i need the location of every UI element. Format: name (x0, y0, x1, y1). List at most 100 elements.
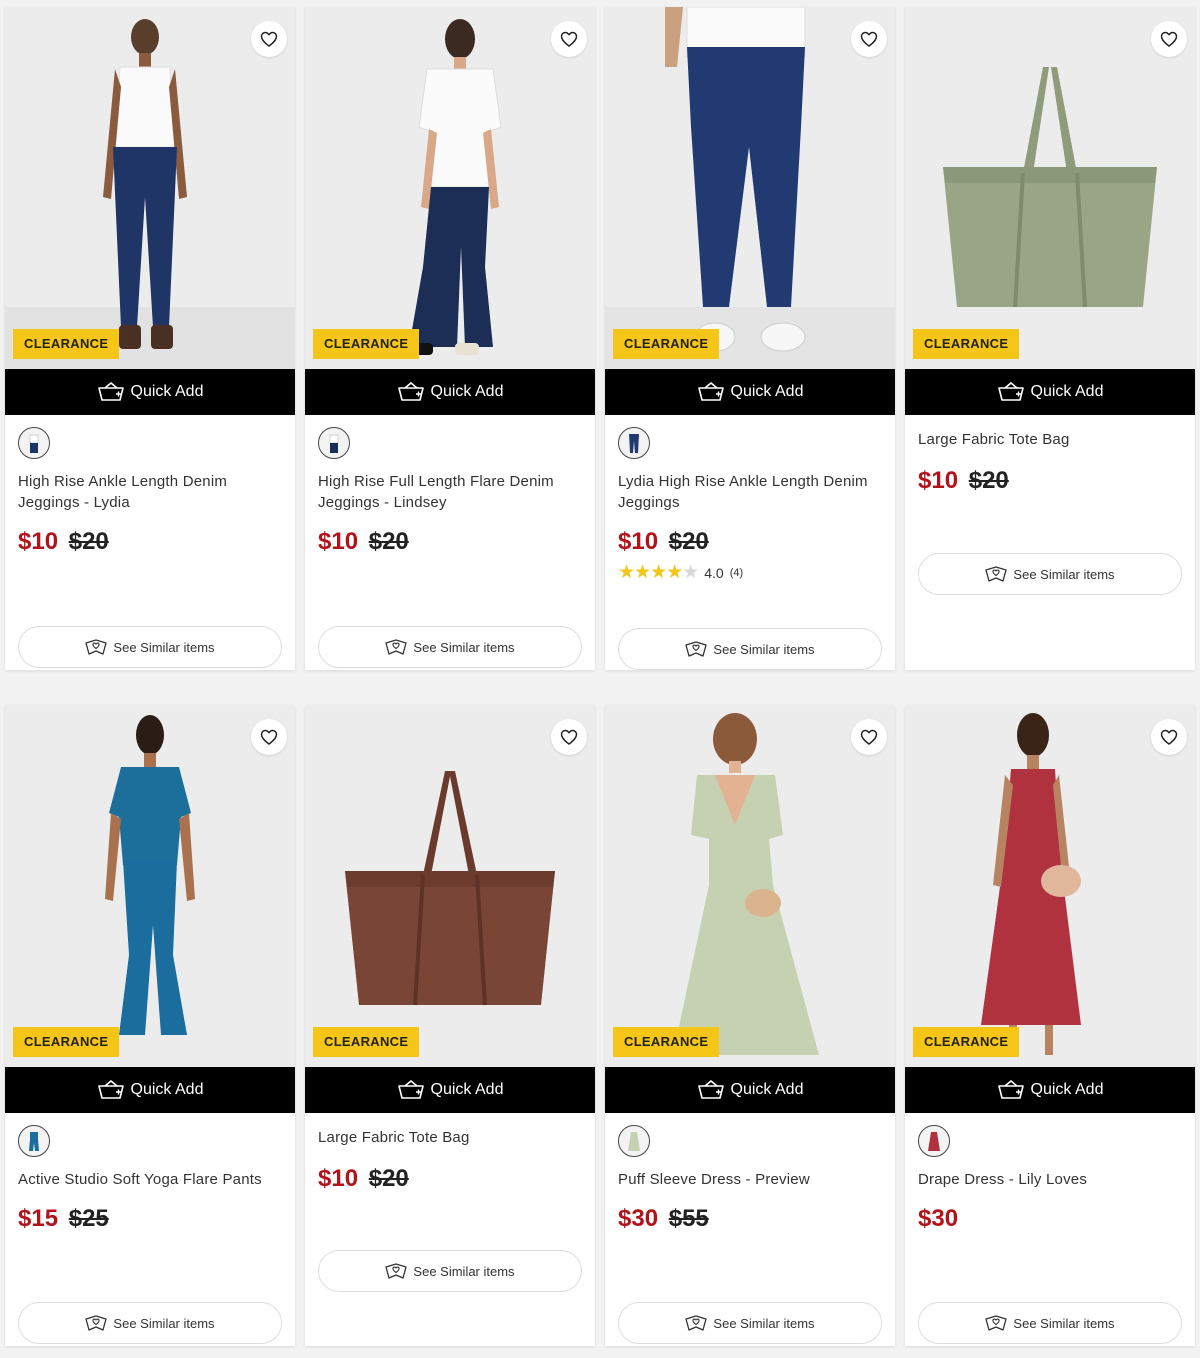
hanger-hearts-icon (685, 640, 707, 658)
swatch-thumbnail (29, 434, 39, 453)
product-image[interactable]: CLEARANCE (5, 7, 295, 369)
wishlist-button[interactable] (851, 21, 887, 57)
wishlist-button[interactable] (851, 719, 887, 755)
product-card[interactable]: CLEARANCE Quick Add Large Fabric Tote Ba… (905, 7, 1195, 670)
heart-icon (559, 727, 579, 747)
product-card[interactable]: CLEARANCE Quick Add Large Fabric Tote Ba… (305, 705, 595, 1346)
original-price: $55 (668, 1205, 709, 1232)
quick-add-button[interactable]: Quick Add (5, 1067, 295, 1113)
see-similar-label: See Similar items (413, 1263, 515, 1279)
product-price: $10 $20 (18, 527, 282, 557)
sale-price: $10 (618, 528, 659, 555)
basket-icon (997, 382, 1025, 402)
color-swatch[interactable] (18, 1125, 50, 1157)
quick-add-button[interactable]: Quick Add (305, 369, 595, 415)
star-icon: ★ (666, 562, 683, 583)
model-photo (5, 705, 295, 1067)
product-image[interactable]: CLEARANCE (905, 7, 1195, 369)
original-price: $20 (368, 528, 409, 555)
product-rating[interactable]: ★★★★★ 4.0 (4) (618, 561, 882, 584)
product-card[interactable]: CLEARANCE Quick Add High Rise Ankle Leng… (5, 7, 295, 670)
product-image[interactable]: CLEARANCE (605, 705, 895, 1067)
product-title[interactable]: Puff Sleeve Dress - Preview (618, 1169, 882, 1190)
swatch-thumbnail (628, 1132, 640, 1151)
product-image[interactable]: CLEARANCE (305, 705, 595, 1067)
quick-add-label: Quick Add (130, 383, 204, 400)
product-title[interactable]: Lydia High Rise Ankle Length Denim Jeggi… (618, 471, 882, 513)
quick-add-button[interactable]: Quick Add (605, 369, 895, 415)
quick-add-button[interactable]: Quick Add (5, 369, 295, 415)
quick-add-label: Quick Add (430, 1081, 504, 1098)
color-swatch[interactable] (618, 427, 650, 459)
see-similar-button[interactable]: See Similar items (18, 626, 282, 668)
hanger-hearts-icon (85, 1314, 107, 1332)
sale-price: $10 (318, 1165, 359, 1192)
see-similar-button[interactable]: See Similar items (318, 626, 582, 668)
color-swatch[interactable] (918, 1125, 950, 1157)
product-title[interactable]: Active Studio Soft Yoga Flare Pants (18, 1169, 282, 1190)
wishlist-button[interactable] (1151, 21, 1187, 57)
rating-count: (4) (729, 566, 744, 579)
product-card[interactable]: CLEARANCE Quick Add Puff Sleeve Dress - … (605, 705, 895, 1346)
product-image[interactable]: CLEARANCE (905, 705, 1195, 1067)
quick-add-button[interactable]: Quick Add (905, 1067, 1195, 1113)
product-photo (905, 7, 1195, 369)
swatch-thumbnail (928, 1132, 940, 1151)
product-title[interactable]: Large Fabric Tote Bag (918, 415, 1182, 450)
quick-add-button[interactable]: Quick Add (605, 1067, 895, 1113)
basket-icon (997, 1080, 1025, 1100)
product-image[interactable]: CLEARANCE (5, 705, 295, 1067)
product-price: $10 $20 (618, 527, 882, 557)
wishlist-button[interactable] (251, 21, 287, 57)
see-similar-button[interactable]: See Similar items (918, 553, 1182, 595)
star-icon: ★ (618, 562, 635, 583)
wishlist-button[interactable] (1151, 719, 1187, 755)
quick-add-label: Quick Add (730, 383, 804, 400)
basket-icon (397, 1080, 425, 1100)
heart-icon (859, 29, 879, 49)
product-card[interactable]: CLEARANCE Quick Add Active Studio Soft Y… (5, 705, 295, 1346)
heart-icon (259, 29, 279, 49)
basket-icon (97, 382, 125, 402)
wishlist-button[interactable] (551, 719, 587, 755)
quick-add-button[interactable]: Quick Add (905, 369, 1195, 415)
sale-price: $15 (18, 1205, 59, 1232)
product-image[interactable]: CLEARANCE (605, 7, 895, 369)
product-title[interactable]: Large Fabric Tote Bag (318, 1113, 582, 1148)
color-swatch[interactable] (318, 427, 350, 459)
color-swatch[interactable] (18, 427, 50, 459)
product-image[interactable]: CLEARANCE (305, 7, 595, 369)
product-card[interactable]: CLEARANCE Quick Add Drape Dress - Lily L… (905, 705, 1195, 1346)
color-swatch[interactable] (618, 1125, 650, 1157)
model-photo (605, 705, 895, 1067)
swatch-thumbnail (329, 434, 339, 453)
see-similar-button[interactable]: See Similar items (318, 1250, 582, 1292)
product-card[interactable]: CLEARANCE Quick Add High Rise Full Lengt… (305, 7, 595, 670)
wishlist-button[interactable] (251, 719, 287, 755)
original-price: $25 (68, 1205, 109, 1232)
star-rating: ★★★★★ (618, 561, 699, 584)
sale-price: $10 (18, 528, 59, 555)
product-title[interactable]: High Rise Full Length Flare Denim Jeggin… (318, 471, 582, 513)
see-similar-button[interactable]: See Similar items (918, 1302, 1182, 1344)
see-similar-button[interactable]: See Similar items (18, 1302, 282, 1344)
clearance-badge: CLEARANCE (13, 1027, 120, 1057)
see-similar-button[interactable]: See Similar items (618, 1302, 882, 1344)
hanger-hearts-icon (385, 638, 407, 656)
basket-icon (697, 382, 725, 402)
wishlist-button[interactable] (551, 21, 587, 57)
see-similar-button[interactable]: See Similar items (618, 628, 882, 670)
sale-price: $30 (618, 1205, 659, 1232)
model-photo (905, 705, 1195, 1067)
see-similar-label: See Similar items (1013, 1315, 1115, 1331)
model-photo (605, 7, 895, 369)
quick-add-button[interactable]: Quick Add (305, 1067, 595, 1113)
sale-price: $30 (918, 1205, 959, 1232)
product-title[interactable]: Drape Dress - Lily Loves (918, 1169, 1182, 1190)
product-card[interactable]: CLEARANCE Quick Add Lydia High Rise Ankl… (605, 7, 895, 670)
quick-add-label: Quick Add (730, 1081, 804, 1098)
original-price: $20 (668, 528, 709, 555)
product-title[interactable]: High Rise Ankle Length Denim Jeggings - … (18, 471, 282, 513)
see-similar-label: See Similar items (713, 641, 815, 657)
model-photo (305, 7, 595, 369)
